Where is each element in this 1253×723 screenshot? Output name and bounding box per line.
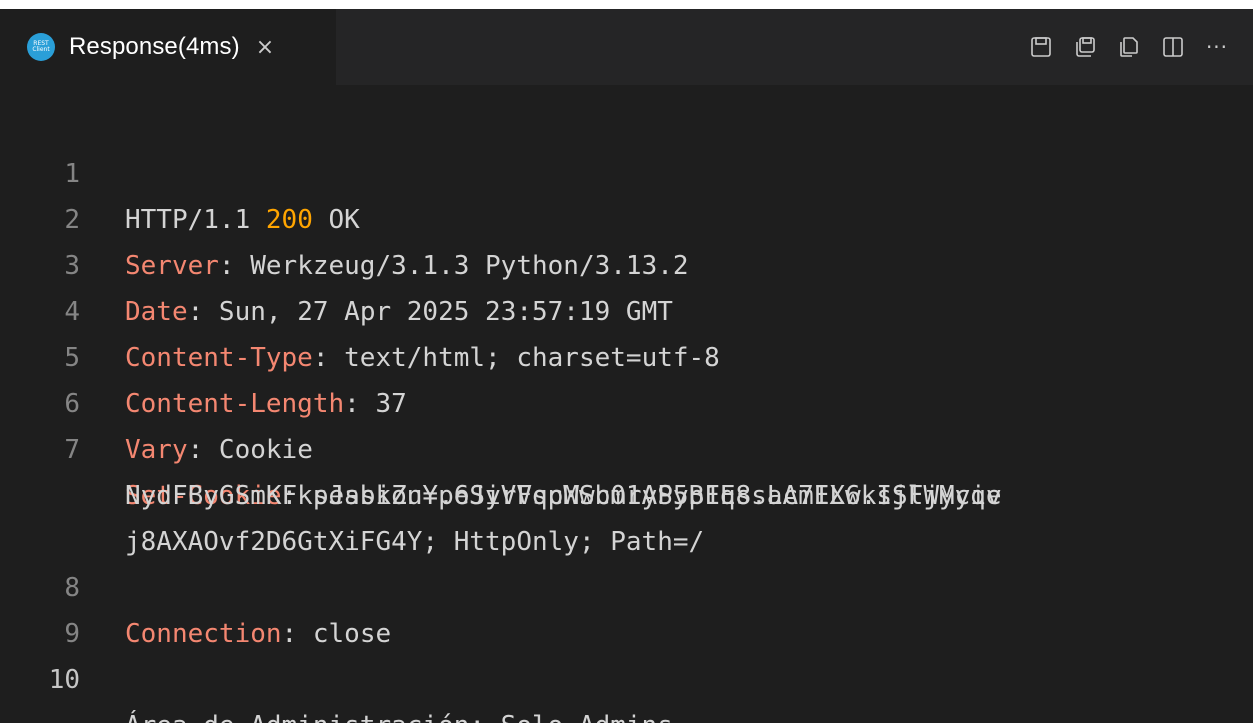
code-line-wrapped: NydFByGSmKFkpJabkZuYp6SiVFqcWwbm1AP5BFq8… — [0, 427, 1002, 511]
code-line-wrapped: j8AXAOvf2D6GtXiFG4Y; HttpOnly; Path=/ — [0, 473, 704, 557]
code-line: 4 Content-Type: text/html; charset=utf-8 — [0, 243, 720, 373]
code-line: 9 — [0, 565, 94, 649]
code-line: 1 HTTP/1.1 200 OK — [0, 105, 359, 235]
tab-response[interactable]: REST Client Response(4ms) × — [0, 9, 336, 85]
status-text: OK — [328, 205, 360, 235]
code-line: 2 Server: Werkzeug/3.1.3 Python/3.13.2 — [0, 151, 688, 281]
tab-title: Response(4ms) — [69, 33, 240, 60]
response-editor-window: REST Client Response(4ms) × ··· 1 HTTP/1… — [0, 9, 1253, 723]
editor-actions: ··· — [1019, 9, 1239, 85]
http-version: HTTP/1.1 — [125, 205, 251, 235]
header-name: Vary — [125, 435, 188, 465]
header-value-wrap: NydFByGSmKFkpJabkZuYp6SiVFqcWwbm1AP5BFq8… — [125, 481, 1002, 511]
status-code: 200 — [265, 205, 313, 235]
rest-client-icon-label: REST Client — [32, 40, 50, 53]
header-value: Werkzeug/3.1.3 Python/3.13.2 — [234, 251, 689, 281]
header-separator: : — [187, 297, 204, 327]
header-value: Sun, 27 Apr 2025 23:57:19 GMT — [203, 297, 673, 327]
line-number: 10 — [48, 665, 80, 695]
response-body-text: Área de Administración: Solo Admins — [125, 703, 673, 723]
save-icon[interactable] — [1019, 27, 1063, 67]
code-line: 5 Content-Length: 37 — [0, 289, 406, 419]
code-line: 8 Connection: close — [0, 519, 391, 649]
header-value-wrap: j8AXAOvf2D6GtXiFG4Y; HttpOnly; Path=/ — [125, 527, 705, 557]
close-icon[interactable]: × — [256, 35, 274, 60]
rest-client-icon: REST Client — [27, 33, 55, 61]
header-separator: : — [344, 389, 360, 419]
header-value: text/html; charset=utf-8 — [328, 343, 720, 373]
tab-bar: REST Client Response(4ms) × ··· — [0, 9, 1253, 85]
header-name: Date — [125, 297, 188, 327]
header-name: Content-Length — [125, 389, 345, 419]
response-body[interactable]: 1 HTTP/1.1 200 OK 2 Server: Werkzeug/3.1… — [0, 85, 1253, 723]
header-name: Connection — [125, 619, 282, 649]
header-separator: : — [312, 343, 329, 373]
save-body-icon[interactable] — [1063, 27, 1107, 67]
code-line: 10 Área de Administración: Solo Admins — [0, 611, 673, 723]
header-value: close — [297, 619, 392, 649]
more-actions-icon[interactable]: ··· — [1195, 27, 1239, 67]
more-actions-label: ··· — [1205, 35, 1229, 59]
copy-icon[interactable] — [1107, 27, 1151, 67]
header-separator: : — [187, 435, 204, 465]
header-separator: : — [281, 619, 298, 649]
split-editor-icon[interactable] — [1151, 27, 1195, 67]
code-line: 7 Set-Cookie: session=.eJyrVspMSc0rySyp1… — [0, 381, 1001, 511]
code-line: 6 Vary: Cookie — [0, 335, 313, 465]
code-line: 3 Date: Sun, 27 Apr 2025 23:57:19 GMT — [0, 197, 673, 327]
header-value: Cookie — [203, 435, 313, 465]
header-separator: : — [218, 251, 235, 281]
header-value: 37 — [359, 389, 407, 419]
header-name: Content-Type — [125, 343, 313, 373]
header-name: Server — [125, 251, 219, 281]
